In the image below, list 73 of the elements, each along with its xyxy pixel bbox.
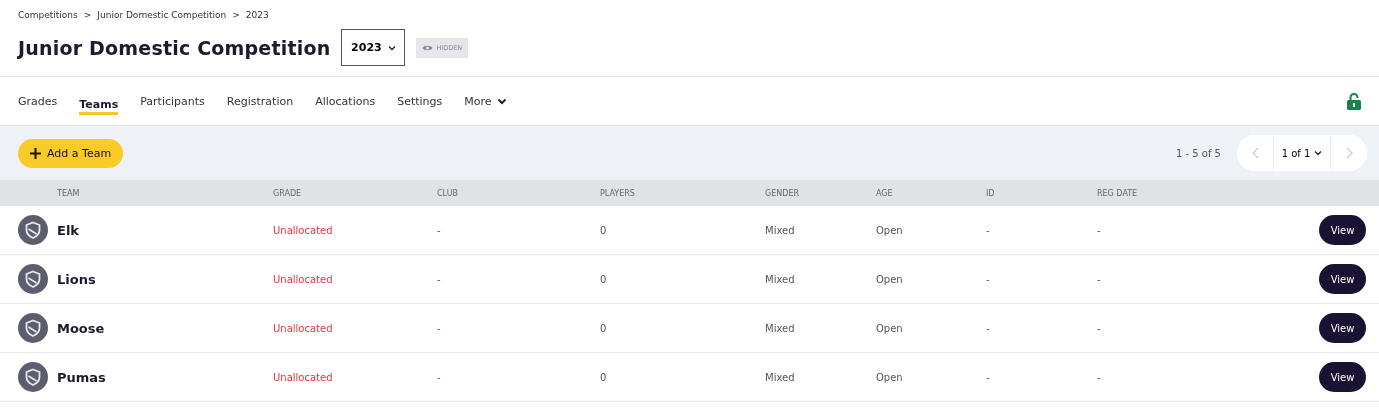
chevron-down-icon: [496, 97, 507, 105]
table-cell: 0: [600, 224, 607, 236]
table-cell: -: [1097, 273, 1101, 285]
breadcrumb-link[interactable]: 2023: [245, 10, 269, 20]
table-cell: -: [437, 322, 441, 334]
view-button[interactable]: View: [1319, 313, 1366, 343]
chevron-right-icon: [1345, 147, 1353, 159]
shield-icon: [18, 313, 48, 343]
view-button[interactable]: View: [1319, 215, 1366, 245]
page-title: Junior Domestic Competition: [18, 36, 331, 59]
table-cell: Open: [876, 224, 903, 236]
table-cell: -: [986, 273, 990, 285]
table-cell: -: [437, 224, 441, 236]
season-select[interactable]: 2023: [341, 29, 406, 66]
nav-tab[interactable]: Registration: [226, 90, 294, 112]
nav-tab[interactable]: Grades: [18, 90, 58, 112]
table-cell: Unallocated: [273, 224, 333, 236]
nav-tab[interactable]: Participants: [140, 90, 205, 112]
page-select[interactable]: 1 of 1: [1273, 135, 1331, 171]
table-cell: Open: [876, 273, 903, 285]
view-button[interactable]: View: [1319, 362, 1366, 392]
column-header: TEAM: [57, 188, 80, 198]
column-header: GRADE: [273, 188, 302, 198]
table-cell: -: [1097, 224, 1101, 236]
nav-tab[interactable]: Allocations: [315, 90, 376, 112]
table-cell: -: [986, 224, 990, 236]
team-name: Moose: [57, 320, 105, 336]
shield-icon: [18, 362, 48, 392]
nav-tab[interactable]: Settings: [397, 90, 443, 112]
table-cell: -: [1097, 322, 1101, 334]
breadcrumb-separator: >: [232, 10, 240, 20]
table-cell: 0: [600, 273, 607, 285]
breadcrumb-separator: >: [83, 10, 92, 20]
table-cell: -: [986, 322, 990, 334]
column-header: GENDER: [765, 188, 799, 198]
table-cell: -: [986, 371, 990, 383]
table-cell: Unallocated: [273, 322, 333, 334]
nav-tab[interactable]: Teams: [79, 93, 119, 115]
table-cell: -: [437, 273, 441, 285]
table-cell: Mixed: [765, 273, 795, 285]
unlock-icon[interactable]: [1347, 92, 1361, 110]
column-header: REG DATE: [1097, 188, 1138, 198]
table-cell: Mixed: [765, 371, 795, 383]
team-name: Pumas: [57, 369, 106, 385]
shield-icon: [18, 264, 48, 294]
nav-tab[interactable]: More: [464, 90, 507, 112]
breadcrumb-link[interactable]: Competitions: [18, 10, 78, 20]
breadcrumb-link[interactable]: Junior Domestic Competition: [97, 10, 227, 20]
column-header: PLAYERS: [600, 188, 635, 198]
table-cell: -: [1097, 371, 1101, 383]
table-cell: Mixed: [765, 224, 795, 236]
table-cell: 0: [600, 322, 607, 334]
plus-icon: [30, 147, 41, 159]
team-name: Lions: [57, 271, 96, 287]
table-cell: Open: [876, 322, 903, 334]
chevron-down-icon: [1314, 150, 1323, 156]
shield-icon: [18, 215, 48, 245]
chevron-down-icon: [387, 44, 396, 51]
table-cell: Unallocated: [273, 371, 333, 383]
page-range: 1 - 5 of 5: [1175, 147, 1221, 159]
column-header: ID: [986, 188, 995, 198]
column-header: AGE: [876, 188, 893, 198]
chevron-left-icon: [1251, 147, 1259, 159]
table-cell: 0: [600, 371, 607, 383]
table-cell: Unallocated: [273, 273, 333, 285]
view-button[interactable]: View: [1319, 264, 1366, 294]
add-team-button[interactable]: Add a Team: [18, 138, 124, 168]
column-header: CLUB: [437, 188, 458, 198]
table-cell: Mixed: [765, 322, 795, 334]
team-name: Elk: [57, 222, 79, 238]
table-cell: Open: [876, 371, 903, 383]
eye-icon: [422, 43, 434, 52]
table-cell: -: [437, 371, 441, 383]
